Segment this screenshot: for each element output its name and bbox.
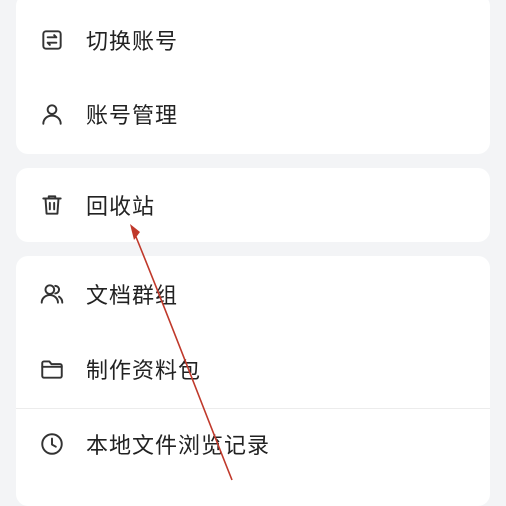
document-menu-group: 文档群组 制作资料包 本地文件浏览记录 xyxy=(16,256,490,506)
menu-item-label: 切换账号 xyxy=(86,30,179,55)
menu-item-account-management[interactable]: 账号管理 xyxy=(16,74,490,154)
trash-icon xyxy=(38,191,66,219)
menu-item-document-groups[interactable]: 文档群组 xyxy=(16,256,490,331)
menu-item-label: 制作资料包 xyxy=(86,358,202,384)
menu-item-switch-account[interactable]: 切换账号 xyxy=(16,0,490,80)
account-menu-group: 切换账号 账号管理 xyxy=(16,0,490,154)
menu-item-make-package[interactable]: 制作资料包 xyxy=(16,331,490,406)
user-icon xyxy=(38,100,66,128)
menu-item-local-file-history[interactable]: 本地文件浏览记录 xyxy=(16,406,490,481)
recycle-menu-group: 回收站 xyxy=(16,168,490,242)
menu-item-label: 本地文件浏览记录 xyxy=(86,433,271,459)
menu-item-label: 回收站 xyxy=(86,195,156,220)
menu-item-label: 账号管理 xyxy=(86,104,179,129)
folder-icon xyxy=(38,355,66,383)
menu-item-recycle-bin[interactable]: 回收站 xyxy=(16,168,490,242)
clock-icon xyxy=(38,430,66,458)
switch-account-icon xyxy=(38,26,66,54)
group-icon xyxy=(38,280,66,308)
menu-item-label: 文档群组 xyxy=(86,283,179,309)
